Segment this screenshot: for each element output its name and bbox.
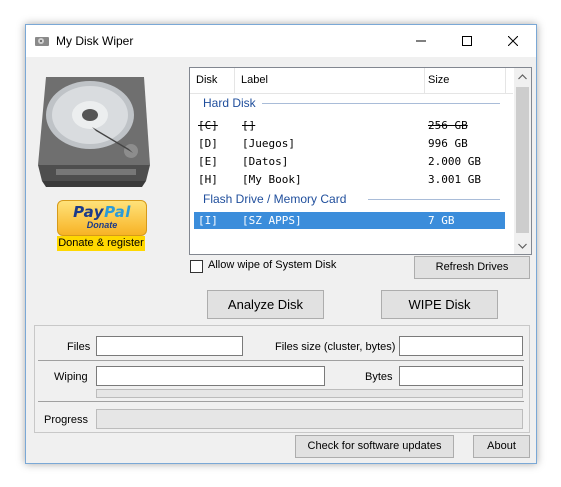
disk-label: [Juegos] [242,137,295,150]
disk-letter: [C] [198,119,218,132]
refresh-drives-button[interactable]: Refresh Drives [414,256,530,279]
about-button[interactable]: About [473,435,530,458]
disk-row-c[interactable]: [C] [] 256 GB [194,117,505,134]
hard-disk-image [32,69,152,189]
title-bar: My Disk Wiper [26,25,536,57]
group-divider [262,103,500,104]
scroll-up-icon[interactable] [514,68,531,85]
disk-row-h[interactable]: [H] [My Book] 3.001 GB [194,171,505,188]
scroll-down-icon[interactable] [514,237,531,254]
disk-letter: [H] [198,173,218,186]
disk-label: [Datos] [242,155,289,168]
paypal-word-pay: Pay [73,203,105,221]
header-label[interactable]: Label [241,74,268,86]
disk-letter: [D] [198,137,218,150]
header-size[interactable]: Size [428,74,449,86]
wiping-progress-bar [96,389,523,398]
check-updates-button[interactable]: Check for software updates [295,435,454,458]
disk-size: 996 GB [428,137,468,150]
disk-label: [My Book] [242,173,302,186]
section-divider [38,401,524,402]
wipe-disk-button[interactable]: WIPE Disk [381,290,498,319]
list-scrollbar[interactable] [514,68,531,254]
disk-letter: [I] [198,214,218,227]
paypal-donate-button[interactable]: PayPal Donate [57,200,147,236]
disk-size: 256 GB [428,119,468,132]
files-size-label: Files size (cluster, bytes) [275,341,396,353]
bytes-field[interactable] [399,366,523,386]
close-icon[interactable] [490,25,536,57]
header-separator [424,68,425,93]
paypal-word-pal: Pal [104,203,131,221]
files-label: Files [67,341,91,353]
section-divider [38,360,524,361]
allow-system-wipe-label[interactable]: Allow wipe of System Disk [208,259,336,271]
files-size-field[interactable] [399,336,523,356]
analyze-disk-button[interactable]: Analyze Disk [207,290,324,319]
app-disk-icon [34,33,50,49]
disk-size: 2.000 GB [428,155,481,168]
disk-size: 7 GB [428,214,455,227]
disk-row-i[interactable]: [I] [SZ APPS] 7 GB [194,212,505,229]
app-window: My Disk Wiper PayPal Donate Donate & reg… [25,24,537,464]
paypal-donate-text: Donate [86,220,118,230]
disk-row-e[interactable]: [E] [Datos] 2.000 GB [194,153,505,170]
disk-size: 3.001 GB [428,173,481,186]
disk-row-d[interactable]: [D] [Juegos] 996 GB [194,135,505,152]
files-field[interactable] [96,336,243,356]
list-header: Disk Label Size [190,68,513,94]
group-divider [368,199,500,200]
bytes-label: Bytes [365,371,393,383]
allow-system-wipe-checkbox[interactable] [190,260,203,273]
header-separator [234,68,235,93]
disk-letter: [E] [198,155,218,168]
minimize-icon[interactable] [398,25,444,57]
scroll-thumb[interactable] [516,87,529,233]
progress-label: Progress [44,414,89,426]
disk-list[interactable]: Disk Label Size Hard Disk [C] [] 256 GB … [189,67,532,255]
window-title: My Disk Wiper [56,34,134,48]
header-disk[interactable]: Disk [196,74,217,86]
donate-register-link[interactable]: Donate & register [57,236,145,251]
maximize-icon[interactable] [444,25,490,57]
wiping-label: Wiping [54,371,88,383]
header-separator [505,68,506,93]
group-hard-disk: Hard Disk [203,96,256,110]
wiping-field[interactable] [96,366,325,386]
disk-label: [SZ APPS] [242,214,302,227]
group-flash-drive: Flash Drive / Memory Card [203,192,347,206]
disk-label: [] [242,119,256,132]
overall-progress-bar [96,409,523,429]
